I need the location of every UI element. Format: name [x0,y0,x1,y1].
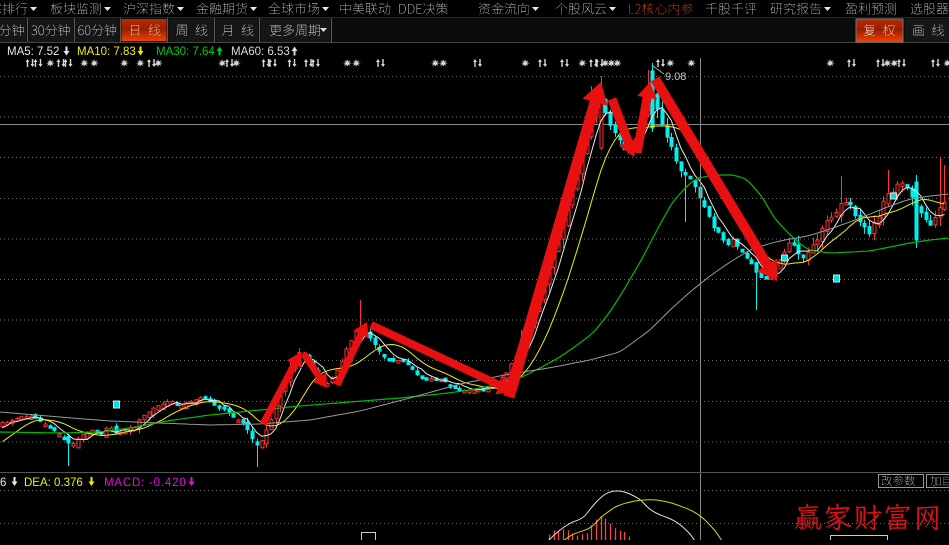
svg-text:DEA: 0.376: DEA: 0.376 [24,477,83,489]
svg-text:9.08: 9.08 [665,71,686,83]
svg-text:MA60: 6.53: MA60: 6.53 [231,46,290,58]
svg-text:MACD: -0.420: MACD: -0.420 [104,477,186,489]
svg-text:MA10: 7.83: MA10: 7.83 [77,46,136,58]
svg-text:6: 6 [0,477,6,489]
svg-text:MA5: 7.52: MA5: 7.52 [7,46,59,58]
svg-text:MA30: 7.64: MA30: 7.64 [156,46,215,58]
